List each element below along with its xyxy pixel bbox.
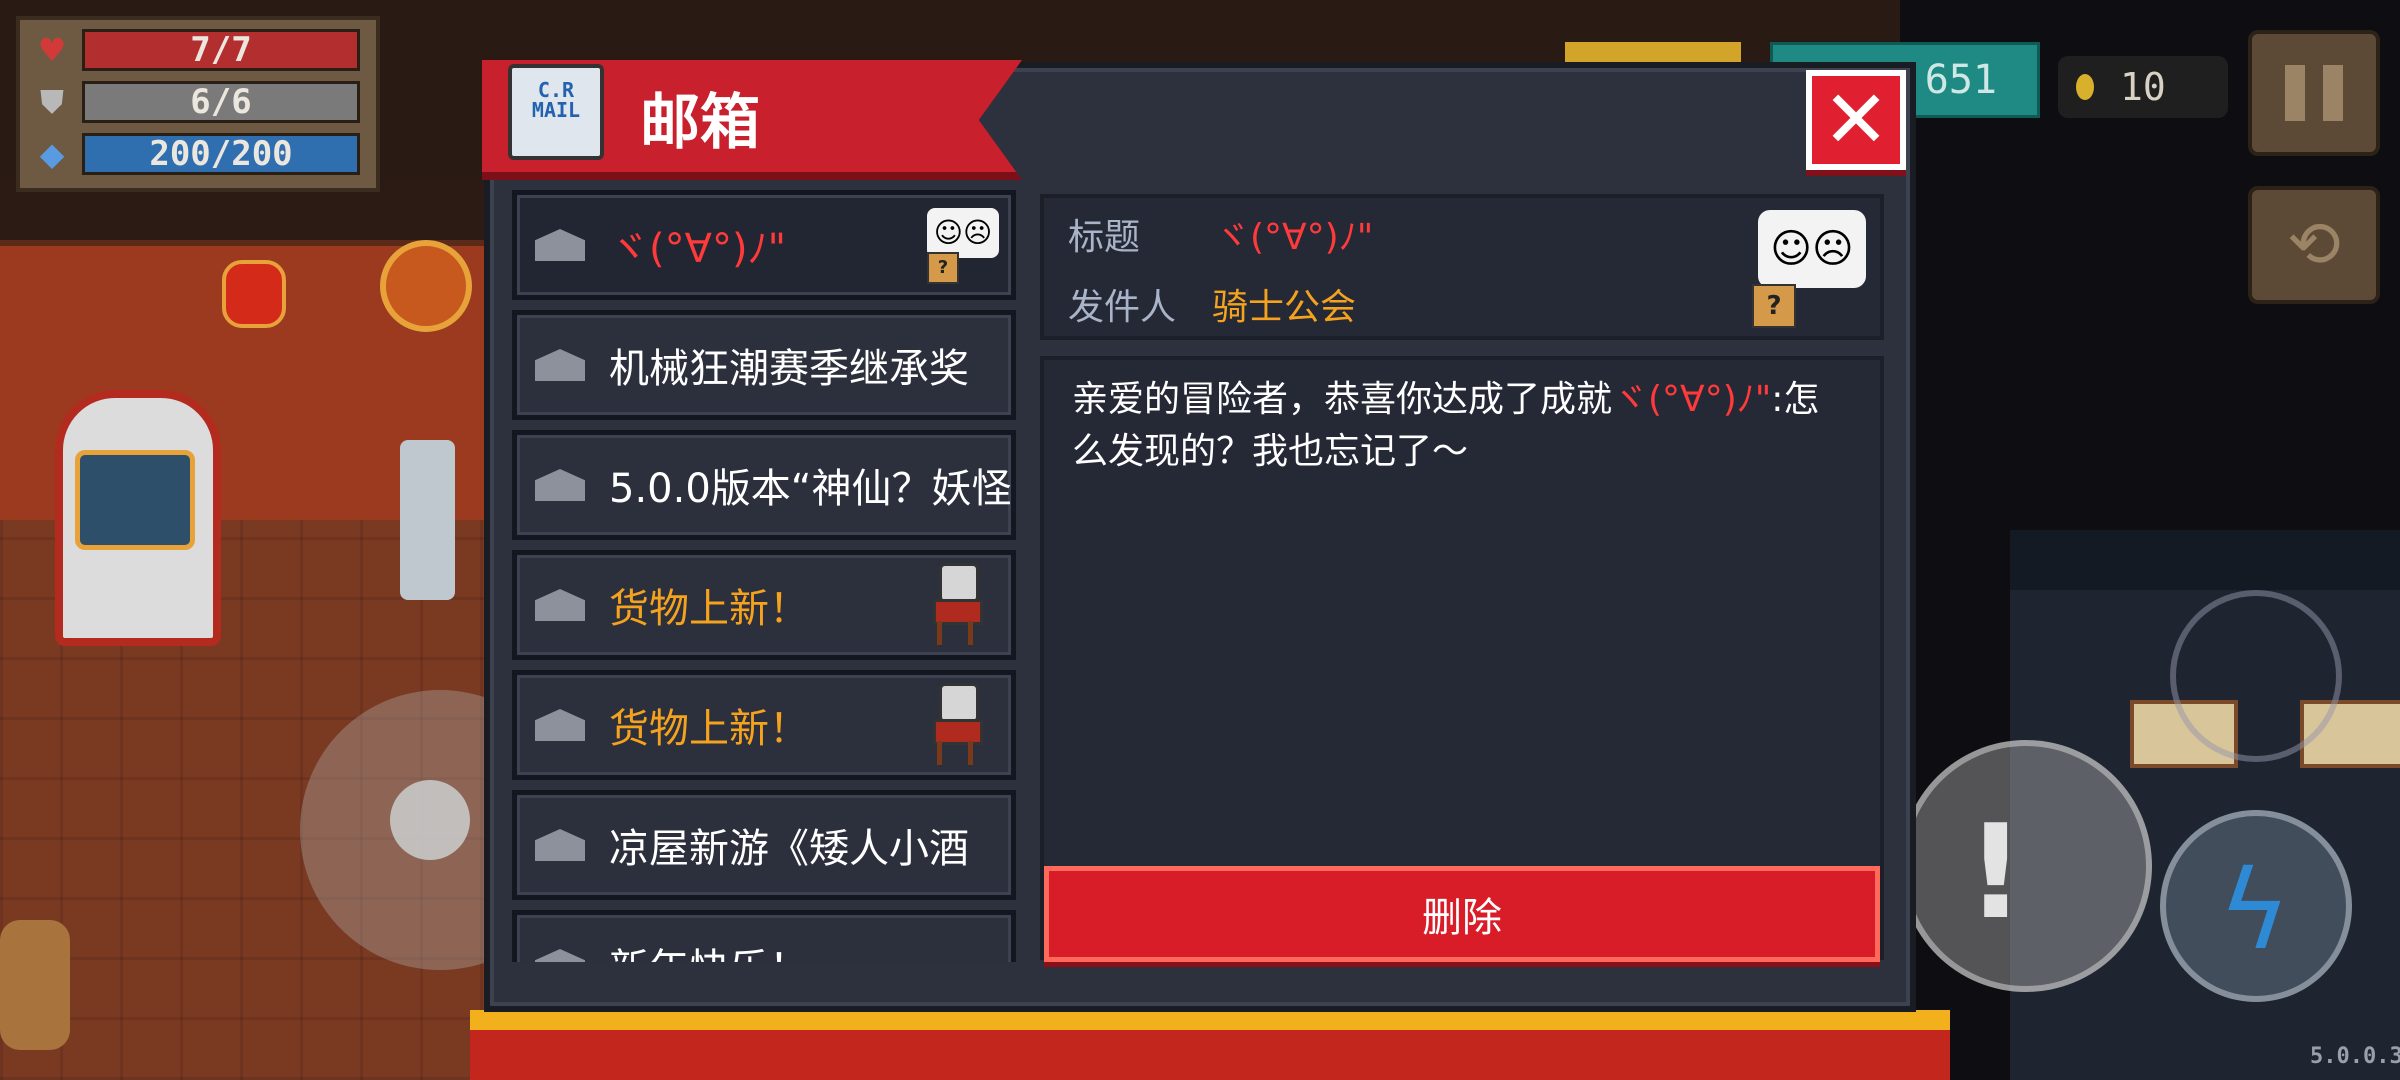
- emoji-bubble-icon: ☺☹: [1758, 210, 1866, 288]
- mail-list-item[interactable]: 机械狂潮赛季继承奖: [512, 310, 1016, 420]
- red-carpet: [470, 1010, 1950, 1080]
- swap-weapon-button[interactable]: ⟲: [2248, 186, 2380, 304]
- envelope-icon: [535, 349, 585, 381]
- body-text-prefix: 亲爱的冒险者，恭喜你达成了成就: [1072, 379, 1613, 420]
- mail-list-item[interactable]: 5.0.0版本“神仙？妖怪: [512, 430, 1016, 540]
- player-stats-panel: ♥ 7/7 ⛊ 6/6 ◆ 200/200: [16, 16, 380, 192]
- mail-icon-text: C.R MAIL: [531, 78, 581, 122]
- shield-icon: ⛊: [39, 82, 64, 121]
- mail-subject: 新年快乐！: [609, 936, 1011, 962]
- mailbox-header: C.R MAIL 邮箱: [482, 60, 1022, 180]
- envelope-icon: [535, 829, 585, 861]
- delete-button[interactable]: 删除: [1044, 866, 1880, 962]
- mail-subject: ヾ(°∀°)ﾉ": [609, 226, 786, 272]
- coin-icon: [2076, 74, 2094, 100]
- mail-body-text: 亲爱的冒险者，恭喜你达成了成就ヾ(°∀°)ﾉ":怎么发现的？我也忘记了～: [1072, 374, 1832, 478]
- subject-label: 标题: [1068, 217, 1141, 258]
- version-label: 5.0.0.3: [2310, 1044, 2400, 1069]
- armor-bar: 6/6: [82, 81, 360, 123]
- emoji-pack-icon: ☺☹ ?: [925, 206, 999, 284]
- mystery-box-icon: ?: [927, 252, 959, 284]
- side-room-strip: [2010, 530, 2400, 590]
- gacha-machine-window: [75, 450, 195, 550]
- heart-icon: ♥: [37, 31, 67, 69]
- mail-list-item[interactable]: ヾ(°∀°)ﾉ" ☺☹ ?: [512, 190, 1016, 300]
- close-button[interactable]: ✕: [1806, 70, 1906, 170]
- energy-bar: 200/200: [82, 133, 360, 175]
- mail-subject: 货物上新！: [609, 586, 809, 632]
- sender-value: 骑士公会: [1212, 287, 1357, 328]
- mail-list-item[interactable]: 凉屋新游《矮人小酒: [512, 790, 1016, 900]
- subject-value: ヾ(°∀°)ﾉ": [1214, 217, 1374, 258]
- skill-button[interactable]: ϟ: [2160, 810, 2352, 1002]
- attachment-icon[interactable]: ☺☹ ?: [1750, 208, 1866, 328]
- chair-furniture-icon: [931, 563, 983, 647]
- lantern-decoration: [222, 260, 286, 328]
- close-icon: ✕: [1822, 73, 1890, 166]
- mail-subject: 货物上新！: [609, 706, 809, 752]
- lightning-icon: ϟ: [2218, 846, 2291, 974]
- envelope-icon: [535, 709, 585, 741]
- attack-button[interactable]: !: [1900, 740, 2152, 992]
- achievement-name: ヾ(°∀°)ﾉ": [1612, 379, 1772, 420]
- pause-icon: [2323, 65, 2343, 121]
- attack-icon: !: [1966, 796, 2026, 948]
- mail-list-item[interactable]: 新年快乐！: [512, 910, 1016, 962]
- mail-list-item[interactable]: 货物上新！: [512, 670, 1016, 780]
- weapon-slot[interactable]: [2170, 590, 2342, 762]
- diamond-icon: ◆: [39, 135, 65, 173]
- coin-counter: 10: [2058, 56, 2228, 118]
- sender-label: 发件人: [1068, 287, 1177, 328]
- mailbox-title: 邮箱: [640, 88, 760, 158]
- coin-count: 10: [2120, 65, 2166, 109]
- envelope-icon: [535, 589, 585, 621]
- envelope-icon: [535, 469, 585, 501]
- mail-list-item[interactable]: 货物上新！: [512, 550, 1016, 660]
- pet-character: [0, 920, 70, 1050]
- mail-subject: 凉屋新游《矮人小酒: [609, 826, 969, 872]
- mail-subject: 5.0.0版本“神仙？妖怪: [609, 466, 1011, 512]
- envelope-icon: [535, 229, 585, 261]
- chair-furniture-icon: [931, 683, 983, 767]
- pause-button[interactable]: [2248, 30, 2380, 156]
- emoji-bubble-icon: ☺☹: [927, 208, 999, 258]
- mail-list[interactable]: ヾ(°∀°)ﾉ" ☺☹ ? 机械狂潮赛季继承奖 5.0.0版本“神仙？妖怪 货物…: [512, 190, 1018, 962]
- joystick-knob[interactable]: [390, 780, 470, 860]
- health-bar: 7/7: [82, 29, 360, 71]
- envelope-icon: [535, 949, 585, 962]
- mystery-box-icon: ?: [1752, 284, 1796, 328]
- swap-weapon-icon: ⟲: [2287, 208, 2341, 282]
- wall-medallion-decoration: [380, 240, 472, 332]
- pause-icon: [2285, 65, 2305, 121]
- pedestal: [400, 440, 455, 600]
- mail-subject: 机械狂潮赛季继承奖: [609, 346, 969, 392]
- mail-icon: C.R MAIL: [508, 64, 604, 160]
